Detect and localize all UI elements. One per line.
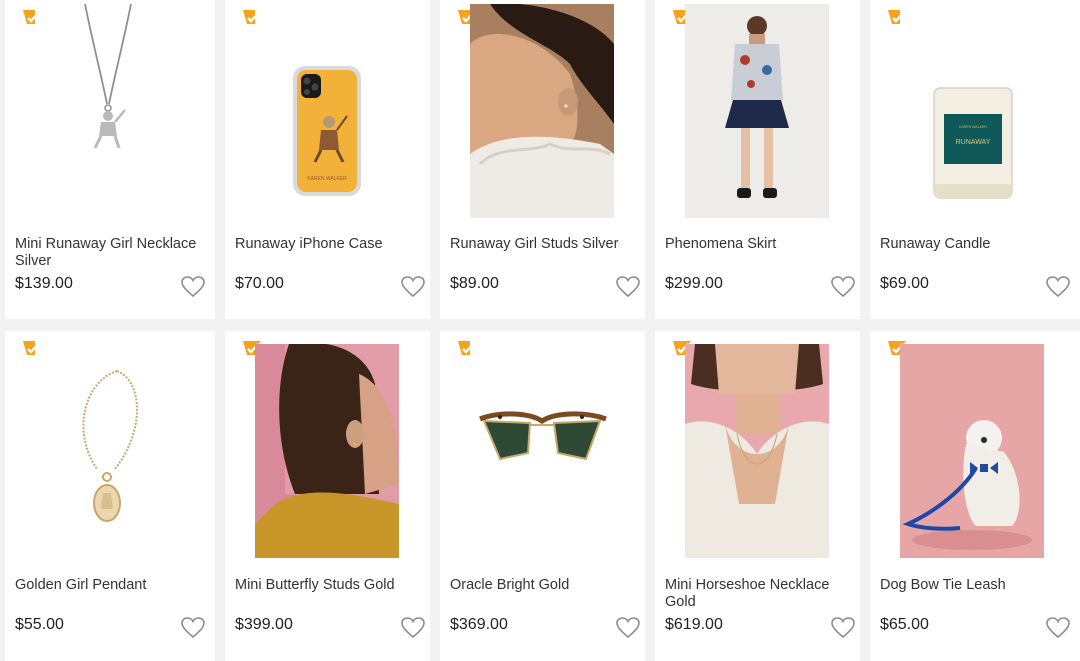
product-name[interactable]: Phenomena Skirt: [665, 236, 857, 253]
product-name[interactable]: Mini Butterfly Studs Gold: [235, 577, 427, 594]
product-price: $70.00: [235, 275, 284, 292]
product-card[interactable]: Oracle Bright Gold $369.00: [440, 331, 645, 661]
heart-icon[interactable]: [1046, 617, 1070, 639]
candle-brand-text: KAREN WALKER: [959, 125, 987, 129]
product-image-dog-leash[interactable]: [900, 344, 1044, 558]
product-price: $369.00: [450, 616, 508, 633]
product-image-model-studs[interactable]: [470, 4, 614, 218]
product-grid: Mini Runaway Girl Necklace Silver $139.0…: [0, 0, 1080, 661]
product-image-model-necklace[interactable]: [685, 344, 829, 558]
product-image-pendant[interactable]: [35, 341, 179, 555]
product-image-candle[interactable]: KAREN WALKER RUNAWAY: [900, 4, 1044, 218]
heart-icon[interactable]: [616, 617, 640, 639]
product-name[interactable]: Runaway Girl Studs Silver: [450, 236, 642, 253]
product-card[interactable]: Mini Butterfly Studs Gold $399.00: [225, 331, 430, 661]
product-name[interactable]: Oracle Bright Gold: [450, 577, 642, 594]
product-image-skirt-model[interactable]: [685, 4, 829, 218]
product-card[interactable]: Dog Bow Tie Leash $65.00: [870, 331, 1080, 661]
product-card[interactable]: KAREN WALKER Runaway iPhone Case $70.00: [225, 0, 430, 319]
heart-icon[interactable]: [1046, 276, 1070, 298]
case-brand-text: KAREN WALKER: [307, 176, 347, 182]
product-card[interactable]: Golden Girl Pendant $55.00: [5, 331, 215, 661]
product-card[interactable]: KAREN WALKER RUNAWAY Runaway Candle $69.…: [870, 0, 1080, 319]
product-image-phone-case[interactable]: KAREN WALKER: [255, 4, 399, 218]
product-card[interactable]: Runaway Girl Studs Silver $89.00: [440, 0, 645, 319]
product-name[interactable]: Mini Horseshoe Necklace Gold: [665, 577, 857, 611]
product-price: $139.00: [15, 275, 73, 292]
product-image-model-gold-studs[interactable]: [255, 344, 399, 558]
product-price: $619.00: [665, 616, 723, 633]
product-name[interactable]: Mini Runaway Girl Necklace Silver: [15, 236, 207, 270]
product-image-sunglasses[interactable]: [470, 341, 614, 555]
product-price: $399.00: [235, 616, 293, 633]
heart-icon[interactable]: [181, 276, 205, 298]
product-price: $55.00: [15, 616, 64, 633]
product-name[interactable]: Runaway iPhone Case: [235, 236, 427, 253]
product-card[interactable]: Phenomena Skirt $299.00: [655, 0, 860, 319]
product-price: $65.00: [880, 616, 929, 633]
heart-icon[interactable]: [616, 276, 640, 298]
product-card[interactable]: Mini Runaway Girl Necklace Silver $139.0…: [5, 0, 215, 319]
heart-icon[interactable]: [831, 617, 855, 639]
heart-icon[interactable]: [831, 276, 855, 298]
product-price: $89.00: [450, 275, 499, 292]
product-name[interactable]: Golden Girl Pendant: [15, 577, 207, 594]
candle-label-text: RUNAWAY: [956, 139, 991, 146]
heart-icon[interactable]: [401, 276, 425, 298]
product-name[interactable]: Dog Bow Tie Leash: [880, 577, 1072, 594]
product-image-necklace[interactable]: [35, 4, 179, 218]
product-card[interactable]: Mini Horseshoe Necklace Gold $619.00: [655, 331, 860, 661]
product-price: $69.00: [880, 275, 929, 292]
heart-icon[interactable]: [181, 617, 205, 639]
heart-icon[interactable]: [401, 617, 425, 639]
product-name[interactable]: Runaway Candle: [880, 236, 1072, 253]
product-price: $299.00: [665, 275, 723, 292]
